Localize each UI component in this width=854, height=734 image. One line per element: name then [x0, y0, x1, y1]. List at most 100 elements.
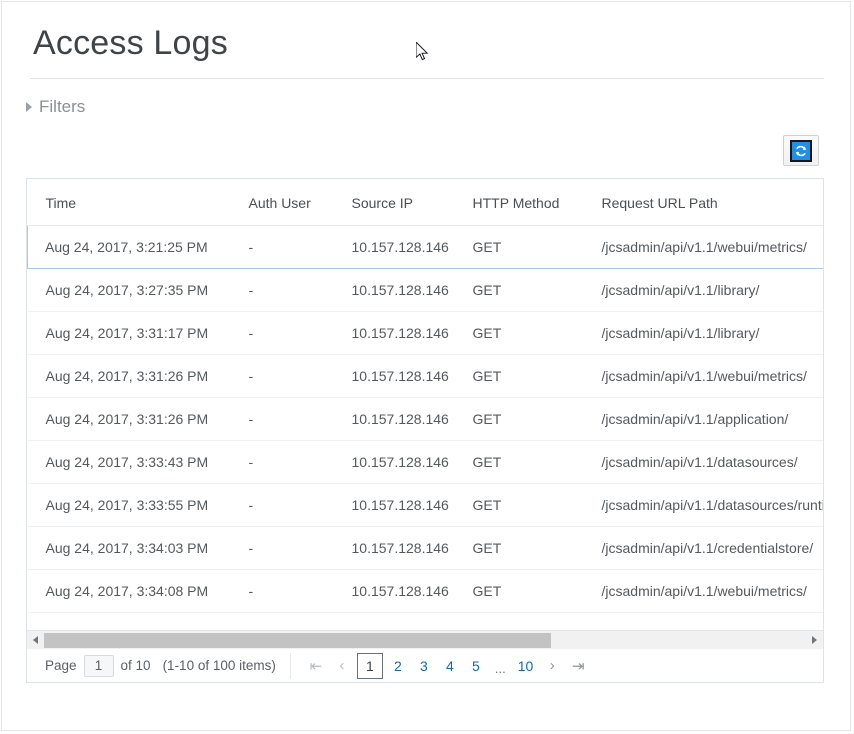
- cell-http_method: GET: [455, 570, 584, 613]
- cell-http_method: GET: [455, 398, 584, 441]
- cell-auth_user: -: [231, 269, 334, 312]
- cell-time: Aug 24, 2017, 3:31:26 PM: [28, 355, 231, 398]
- cell-time: Aug 24, 2017, 3:33:55 PM: [28, 484, 231, 527]
- table-row[interactable]: Aug 24, 2017, 3:34:08 PM-10.157.128.146G…: [28, 570, 824, 613]
- table-row[interactable]: Aug 24, 2017, 3:34:03 PM-10.157.128.146G…: [28, 527, 824, 570]
- cell-http_method: GET: [455, 441, 584, 484]
- table-row[interactable]: Aug 24, 2017, 3:31:26 PM-10.157.128.146G…: [28, 398, 824, 441]
- cell-request_url_path: /jcsadmin/api/v1.1/webui/metrics/: [584, 355, 824, 398]
- cell-time: Aug 24, 2017, 3:31:17 PM: [28, 312, 231, 355]
- cell-request_url_path: /jcsadmin/api/v1.1/webui/metrics/: [584, 226, 824, 269]
- filters-toggle[interactable]: Filters: [26, 95, 85, 119]
- previous-page-icon[interactable]: ‹: [329, 653, 355, 679]
- table-row[interactable]: Aug 24, 2017, 3:34:08 PM-10.157.128.146G…: [28, 613, 824, 627]
- cell-source_ip: 10.157.128.146: [334, 441, 455, 484]
- cell-auth_user: -: [231, 527, 334, 570]
- cell-time: Aug 24, 2017, 3:34:03 PM: [28, 527, 231, 570]
- cell-request_url_path: /jcsadmin/api/v1.1/credentialstore/: [584, 527, 824, 570]
- table-row[interactable]: Aug 24, 2017, 3:27:35 PM-10.157.128.146G…: [28, 269, 824, 312]
- cell-auth_user: -: [231, 398, 334, 441]
- column-header-time[interactable]: Time: [28, 179, 231, 226]
- scrollbar-track[interactable]: [44, 633, 806, 648]
- page-number-5[interactable]: 5: [465, 653, 487, 679]
- cell-http_method: GET: [455, 527, 584, 570]
- page-number-input[interactable]: [84, 655, 114, 677]
- column-header-source-ip[interactable]: Source IP: [334, 179, 455, 226]
- cell-http_method: GET: [455, 355, 584, 398]
- cell-source_ip: 10.157.128.146: [334, 269, 455, 312]
- cell-source_ip: 10.157.128.146: [334, 613, 455, 627]
- pagination-bar: Page of 10 (1-10 of 100 items) ⇤ ‹ 12345…: [27, 649, 823, 682]
- chevron-right-icon: [26, 102, 32, 112]
- page-title: Access Logs: [33, 24, 228, 63]
- last-page-icon[interactable]: ⇥: [565, 653, 591, 679]
- cell-source_ip: 10.157.128.146: [334, 226, 455, 269]
- title-divider: [30, 78, 824, 79]
- cell-time: Aug 24, 2017, 3:27:35 PM: [28, 269, 231, 312]
- cell-auth_user: -: [231, 484, 334, 527]
- column-header-auth-user[interactable]: Auth User: [231, 179, 334, 226]
- cell-auth_user: -: [231, 355, 334, 398]
- table-header-row: Time Auth User Source IP HTTP Method Req…: [28, 179, 824, 226]
- cell-auth_user: -: [231, 312, 334, 355]
- page-number-2[interactable]: 2: [387, 653, 409, 679]
- column-header-request-url-path[interactable]: Request URL Path: [584, 179, 824, 226]
- refresh-button[interactable]: [783, 135, 819, 166]
- refresh-icon: [790, 140, 812, 162]
- first-page-icon[interactable]: ⇤: [303, 653, 329, 679]
- pager-total-pages: of 10: [121, 658, 151, 673]
- cell-source_ip: 10.157.128.146: [334, 398, 455, 441]
- cell-request_url_path: /jcsadmin/api/v1.1/webui/metrics/: [584, 570, 824, 613]
- cell-source_ip: 10.157.128.146: [334, 355, 455, 398]
- pager-page-label: Page: [45, 658, 77, 673]
- access-logs-grid: Time Auth User Source IP HTTP Method Req…: [26, 178, 824, 683]
- pager-ellipsis: ...: [491, 650, 510, 681]
- cell-auth_user: -: [231, 441, 334, 484]
- cell-request_url_path: /jcsadmin/api/v1.1/datasources/: [584, 441, 824, 484]
- table-head: Time Auth User Source IP HTTP Method Req…: [28, 179, 824, 226]
- pager-divider: [290, 653, 291, 679]
- next-page-icon[interactable]: ›: [539, 653, 565, 679]
- cell-http_method: GET: [455, 484, 584, 527]
- cell-source_ip: 10.157.128.146: [334, 484, 455, 527]
- cell-time: Aug 24, 2017, 3:34:08 PM: [28, 570, 231, 613]
- table-row[interactable]: Aug 24, 2017, 3:33:43 PM-10.157.128.146G…: [28, 441, 824, 484]
- table-body: Aug 24, 2017, 3:21:25 PM-10.157.128.146G…: [28, 226, 824, 627]
- table-row[interactable]: Aug 24, 2017, 3:31:26 PM-10.157.128.146G…: [28, 355, 824, 398]
- cell-time: Aug 24, 2017, 3:21:25 PM: [28, 226, 231, 269]
- scroll-left-icon[interactable]: [27, 632, 44, 649]
- cell-source_ip: 10.157.128.146: [334, 527, 455, 570]
- table-row[interactable]: Aug 24, 2017, 3:21:25 PM-10.157.128.146G…: [28, 226, 824, 269]
- cell-time: Aug 24, 2017, 3:31:26 PM: [28, 398, 231, 441]
- filters-label: Filters: [39, 97, 85, 117]
- scroll-right-icon[interactable]: [806, 632, 823, 649]
- cell-auth_user: -: [231, 570, 334, 613]
- cell-http_method: GET: [455, 613, 584, 627]
- cell-request_url_path: /jcsadmin/api/v1.1/library/: [584, 269, 824, 312]
- scrollbar-thumb[interactable]: [44, 633, 551, 648]
- page-number-1[interactable]: 1: [357, 653, 383, 679]
- table-row[interactable]: Aug 24, 2017, 3:31:17 PM-10.157.128.146G…: [28, 312, 824, 355]
- pagination-controls: ⇤ ‹ 12345 ... 10 › ⇥: [303, 650, 591, 681]
- table-row[interactable]: Aug 24, 2017, 3:33:55 PM-10.157.128.146G…: [28, 484, 824, 527]
- cell-http_method: GET: [455, 312, 584, 355]
- page-number-list: 12345: [355, 653, 489, 679]
- horizontal-scrollbar[interactable]: [27, 630, 823, 649]
- grid-viewport: Time Auth User Source IP HTTP Method Req…: [27, 179, 823, 626]
- cell-request_url_path: /jcsadmin/api/v1.1/datasources/runtime/: [584, 484, 824, 527]
- page-number-3[interactable]: 3: [413, 653, 435, 679]
- cell-http_method: GET: [455, 226, 584, 269]
- page-number-4[interactable]: 4: [439, 653, 461, 679]
- column-header-http-method[interactable]: HTTP Method: [455, 179, 584, 226]
- cell-time: Aug 24, 2017, 3:34:08 PM: [28, 613, 231, 627]
- cell-request_url_path: /jcsadmin/api/v1.1/application/: [584, 613, 824, 627]
- cell-auth_user: -: [231, 226, 334, 269]
- pager-item-range: (1-10 of 100 items): [163, 658, 276, 673]
- access-logs-table: Time Auth User Source IP HTTP Method Req…: [27, 179, 823, 626]
- cell-request_url_path: /jcsadmin/api/v1.1/library/: [584, 312, 824, 355]
- cell-source_ip: 10.157.128.146: [334, 312, 455, 355]
- cell-request_url_path: /jcsadmin/api/v1.1/application/: [584, 398, 824, 441]
- cell-auth_user: -: [231, 613, 334, 627]
- page-number-last[interactable]: 10: [514, 653, 538, 679]
- cell-time: Aug 24, 2017, 3:33:43 PM: [28, 441, 231, 484]
